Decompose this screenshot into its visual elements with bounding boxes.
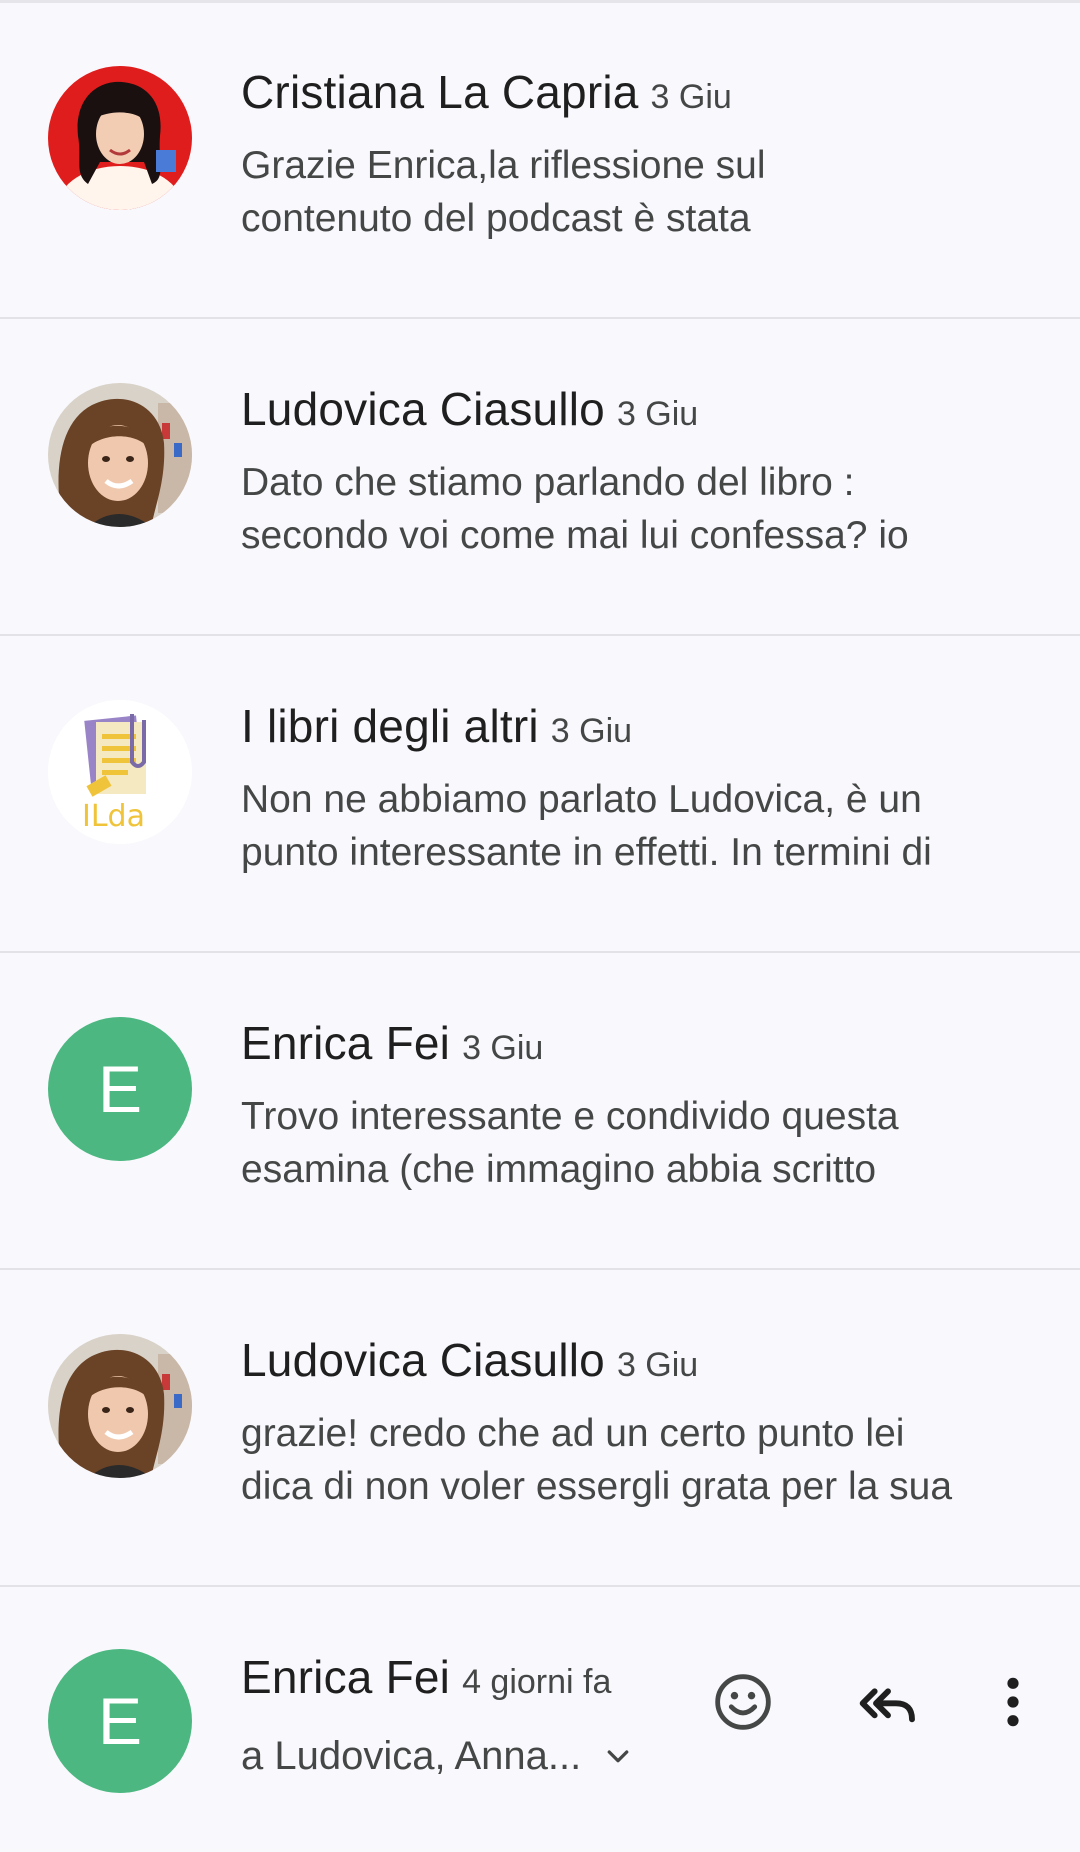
sender-name: Ludovica Ciasullo — [241, 383, 605, 435]
reply-all-icon — [859, 1688, 915, 1723]
reply-all-button[interactable] — [852, 1666, 924, 1738]
message-date: 3 Giu — [550, 712, 633, 750]
more-options-button[interactable] — [977, 1666, 1049, 1738]
message-snippet: Non ne abbiamo parlato Ludovica, è un pu… — [241, 773, 1051, 879]
emoji-reaction-icon — [715, 1674, 771, 1730]
message-snippet: Grazie Enrica,la riflessione sul contenu… — [241, 139, 1051, 245]
avatar[interactable] — [48, 1334, 192, 1478]
snippet-line: secondo voi come mai lui confessa? io — [241, 514, 909, 557]
message-header: I libri degli altri 3 Giu — [241, 699, 632, 753]
message-header: Ludovica Ciasullo 3 Giu — [241, 382, 698, 436]
message-snippet: grazie! credo che ad un certo punto lei … — [241, 1407, 1051, 1513]
recipients-text: a Ludovica, Anna... — [241, 1734, 582, 1778]
sender-name: I libri degli altri — [241, 700, 539, 752]
emoji-reaction-button[interactable] — [707, 1666, 779, 1738]
snippet-line: punto interessante in effetti. In termin… — [241, 831, 932, 874]
collapsed-message[interactable]: Cristiana La Capria 3 Giu Grazie Enrica,l… — [0, 3, 1080, 319]
snippet-line: contenuto del podcast è stata — [241, 197, 751, 240]
message-date: 3 Giu — [650, 78, 732, 116]
message-header: Enrica Fei 3 Giu — [241, 1016, 543, 1070]
snippet-line: Trovo interessante e condivido questa — [241, 1095, 899, 1138]
avatar-letter: E — [97, 1052, 143, 1126]
message-snippet: Trovo interessante e condivido questa es… — [241, 1090, 1051, 1196]
message-header: Cristiana La Capria 3 Giu — [241, 65, 732, 119]
message-date: 3 Giu — [616, 395, 699, 433]
sender-name: Enrica Fei — [241, 1651, 451, 1703]
avatar[interactable]: ILda — [48, 700, 192, 844]
avatar[interactable]: E — [48, 1017, 192, 1161]
avatar[interactable] — [48, 383, 192, 527]
expanded-message-header: E Enrica Fei 4 giorni fa a Ludovica, Anna… — [0, 1590, 1080, 1852]
message-date: 3 Giu — [616, 1346, 699, 1384]
message-date: 3 Giu — [462, 1029, 544, 1067]
message-header: Enrica Fei 4 giorni fa — [241, 1650, 611, 1704]
recipients-toggle[interactable]: a Ludovica, Anna... — [241, 1734, 633, 1779]
avatar[interactable]: E — [48, 1649, 192, 1793]
avatar[interactable] — [48, 66, 192, 210]
collapsed-message[interactable]: ILda I libri degli altri 3 Giu Non ne abb… — [0, 637, 1080, 953]
chevron-down-icon — [607, 1749, 629, 1762]
snippet-line: dica di non voler essergli grata per la … — [241, 1465, 953, 1508]
snippet-line: esamina (che immagino abbia scritto — [241, 1148, 877, 1191]
avatar-letter: E — [97, 1684, 143, 1758]
snippet-line: Non ne abbiamo parlato Ludovica, è un — [241, 778, 922, 821]
sender-name: Enrica Fei — [241, 1017, 451, 1069]
message-header: Ludovica Ciasullo 3 Giu — [241, 1333, 698, 1387]
collapsed-message[interactable]: Ludovica Ciasullo 3 Giu Dato che stiamo p… — [0, 320, 1080, 636]
sender-name: Ludovica Ciasullo — [241, 1334, 605, 1386]
message-snippet: Dato che stiamo parlando del libro : sec… — [241, 456, 1051, 562]
snippet-line: Dato che stiamo parlando del libro : — [241, 461, 855, 504]
email-thread-view: Cristiana La Capria 3 Giu Grazie Enrica,l… — [0, 0, 1080, 1852]
ilda-logo-text: ILda — [82, 799, 145, 834]
more-vert-icon — [1007, 1677, 1019, 1727]
collapsed-message[interactable]: E Enrica Fei 3 Giu Trovo interessante e c… — [0, 954, 1080, 1270]
message-date: 4 giorni fa — [462, 1663, 612, 1701]
collapsed-message[interactable]: Ludovica Ciasullo 3 Giu grazie! credo che… — [0, 1271, 1080, 1587]
snippet-line: grazie! credo che ad un certo punto lei — [241, 1412, 905, 1455]
sender-name: Cristiana La Capria — [241, 66, 639, 118]
snippet-line: Grazie Enrica,la riflessione sul — [241, 144, 766, 187]
